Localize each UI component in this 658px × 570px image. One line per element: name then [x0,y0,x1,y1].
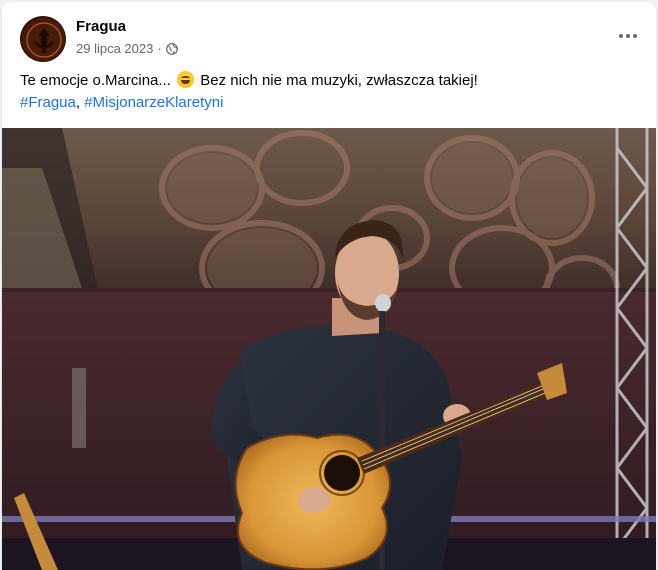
post-date[interactable]: 29 lipca 2023 [76,41,153,56]
globe-icon[interactable] [165,42,178,55]
hashtag-separator: , [75,94,85,111]
post-header: Fragua 29 lipca 2023 · [2,2,656,66]
post-message-line: Te emocje o.Marcina... Bez nich nie ma m… [20,70,640,92]
hashtag-fragua[interactable]: #Fragua [20,94,76,111]
more-horizontal-icon [619,34,623,38]
more-dot [633,34,637,38]
post-hashtags: #Fragua, #MisjonarzeKlaretyni [20,92,640,114]
message-part-2: Bez nich nie ma muzyki, zwłaszcza takiej… [200,72,478,89]
post-text: Te emocje o.Marcina... Bez nich nie ma m… [20,70,640,114]
post-author-name[interactable]: Fragua [76,18,126,35]
post-card: Fragua 29 lipca 2023 · Te emocje o.Marci… [2,2,656,570]
hashtag-misjonarze[interactable]: #MisjonarzeKlaretyni [84,94,223,111]
fragua-logo-icon [22,18,65,61]
meta-separator: · [157,41,162,56]
more-dot [626,34,630,38]
grinning-face-emoji-icon [177,71,195,88]
avatar[interactable] [20,16,66,62]
message-part-1: Te emocje o.Marcina... [20,72,171,89]
post-meta: 29 lipca 2023 · [76,41,178,56]
more-options-button[interactable] [614,22,642,50]
post-photo[interactable] [2,128,656,570]
concert-photo [2,128,656,570]
